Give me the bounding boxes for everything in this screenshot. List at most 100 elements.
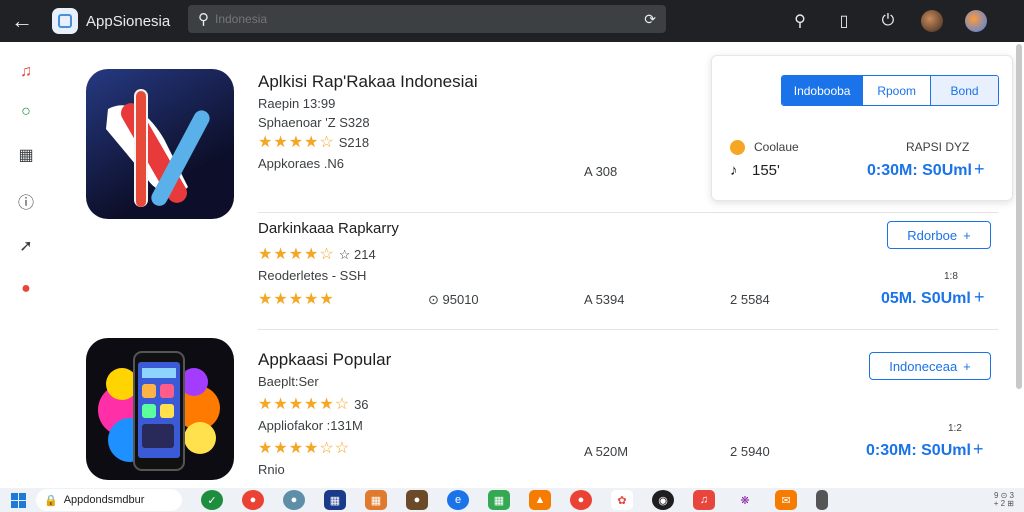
device-icon[interactable]: ▯ [822,4,866,38]
apps-app-icon[interactable]: ▦ [488,490,510,510]
start-icon[interactable] [0,492,36,508]
app-meta: Sphaenoar 'Z S328 [258,115,370,130]
app-meta: Rnio [258,462,285,477]
tab-bond[interactable]: Bond [930,76,998,105]
scrollbar[interactable] [1016,44,1022,389]
grid-icon[interactable]: ▦ [13,142,39,168]
app-icon-1[interactable] [86,69,234,219]
app-logo-icon [52,8,78,34]
profile-avatar[interactable] [954,4,998,38]
star-rating: ★★★★★☆ 36 [258,396,369,413]
star-rating: ★★★★☆ ☆ 214 [258,246,376,263]
stat-views: ⊙ 95010 [428,292,479,307]
camera-app-icon[interactable]: ◉ [652,490,674,510]
star-rating: ★★★★☆☆ [258,440,351,457]
tray-line: + 2 ⊞ [993,499,1014,508]
user-avatar[interactable] [910,4,954,38]
segment-control: Indobooba Rpoom Bond [781,75,999,106]
back-arrow-icon[interactable]: ← [0,0,44,42]
small-label: 1:8 [944,271,958,282]
app-title[interactable]: Appkaasi Popular [258,350,391,370]
avatar [965,10,987,32]
app-title[interactable]: Darkinkaaa Rapkarry [258,220,399,237]
small-label: 1:2 [948,423,962,434]
info-icon[interactable]: ⓘ [13,188,39,214]
button-label: Rdorboe [907,227,958,243]
add-icon[interactable]: + [974,159,985,180]
app-icon-3[interactable] [86,338,234,480]
install-panel: Indobooba Rpoom Bond Coolaue RAPSI DYZ ♪… [711,55,1013,201]
tab-rpoom[interactable]: Rpoom [862,76,930,105]
taskbar: 🔒 Appdondsmdbur ✓ ● ● ▦ ▦ ● e ▦ ▲ ● ✿ ◉ … [0,488,1024,512]
avatar [921,10,943,32]
chrome-app-icon[interactable]: ● [570,490,592,510]
app-price[interactable]: 0:30M: S0Uml [866,442,971,460]
sidebar: ♫ ○ ▦ ⓘ ➚ ● [0,42,52,490]
panel-label: Coolaue [754,140,799,154]
taskbar-search[interactable]: 🔒 Appdondsmdbur [36,489,182,511]
music-note-icon: ♪ [730,162,738,179]
panel-price[interactable]: 0:30M: S0Uml [867,162,972,180]
app-meta: Baeplt:Ser [258,374,319,389]
device-app-icon[interactable] [816,490,828,510]
taskbar-search-text: Appdondsmdbur [63,494,145,506]
profile-icon[interactable]: ● [13,276,39,302]
mail-app-icon[interactable]: ✉ [775,490,797,510]
app-meta: Appliofakor :131M [258,418,363,433]
lock-icon: 🔒 [44,494,58,507]
phone-app-icon [98,351,220,471]
download-stat: A 520M [584,444,629,459]
panel-label-right: RAPSI DYZ [906,140,970,154]
search-bar[interactable]: ⚲ ⟳ [188,5,666,33]
top-bar: ← AppSionesia ⚲ ⟳ ⚲ ▯ ⏻ [0,0,1024,42]
power-icon[interactable]: ⏻ [866,4,910,38]
link-icon[interactable]: ➚ [13,233,39,259]
download-stat: A 5394 [584,292,625,307]
star-rating: ★★★★☆ S218 [258,134,370,151]
rating-text: S218 [338,135,370,150]
browser-app-icon[interactable]: ● [242,490,264,510]
star-rating: ★★★★★ [258,291,335,308]
panel-count: 155' [752,162,780,179]
app-logo-icon [106,89,210,207]
install-button[interactable]: Indoneceaa + [869,352,991,380]
app-name: AppSionesia [86,12,171,30]
review-stat: 2 5584 [730,292,770,307]
rating-text: ☆ 214 [338,247,376,262]
app-price[interactable]: 05M. S0Uml [881,290,971,308]
app-meta: Reoderletes - SSH [258,268,367,283]
app-meta: Raepin 13:99 [258,96,336,111]
app-title[interactable]: Aplkisi Rap'Rakaa Indonesiai [258,72,478,92]
rating-text: 36 [354,397,369,412]
mic-icon[interactable]: ⟳ [644,11,656,28]
chat-icon[interactable]: ○ [13,99,39,125]
search-icon[interactable]: ⚲ [778,4,822,38]
system-tray[interactable]: 9 ⊙ 3 + 2 ⊞ [994,492,1014,508]
store-app-icon[interactable]: ▦ [324,490,346,510]
tab-indobooba[interactable]: Indobooba [782,76,863,105]
divider [258,212,998,213]
button-label: Indoneceaa [889,358,958,374]
review-stat: 2 5940 [730,444,770,459]
install-button[interactable]: Rdorboe + [887,221,991,249]
globe-app-icon[interactable]: ● [283,490,305,510]
add-icon: + [963,358,971,374]
media-app-icon[interactable]: ● [406,490,428,510]
add-icon[interactable]: + [974,287,985,308]
firefox-app-icon[interactable]: ▲ [529,490,551,510]
music-icon[interactable]: ♫ [13,59,39,85]
settings-app-icon[interactable]: ❋ [734,490,756,510]
add-icon[interactable]: + [973,439,984,460]
photos-app-icon[interactable]: ✿ [611,490,633,510]
chat-app-icon[interactable]: ✓ [201,490,223,510]
search-icon: ⚲ [198,11,209,28]
edge-app-icon[interactable]: e [447,490,469,510]
app-meta: Appkoraes .N6 [258,156,344,171]
divider [258,329,998,330]
coin-icon [730,140,745,155]
search-input[interactable] [215,12,645,26]
add-icon: + [963,227,971,243]
files-app-icon[interactable]: ▦ [365,490,387,510]
music-app-icon[interactable]: ♫ [693,490,715,510]
download-stat: A 308 [584,164,618,179]
